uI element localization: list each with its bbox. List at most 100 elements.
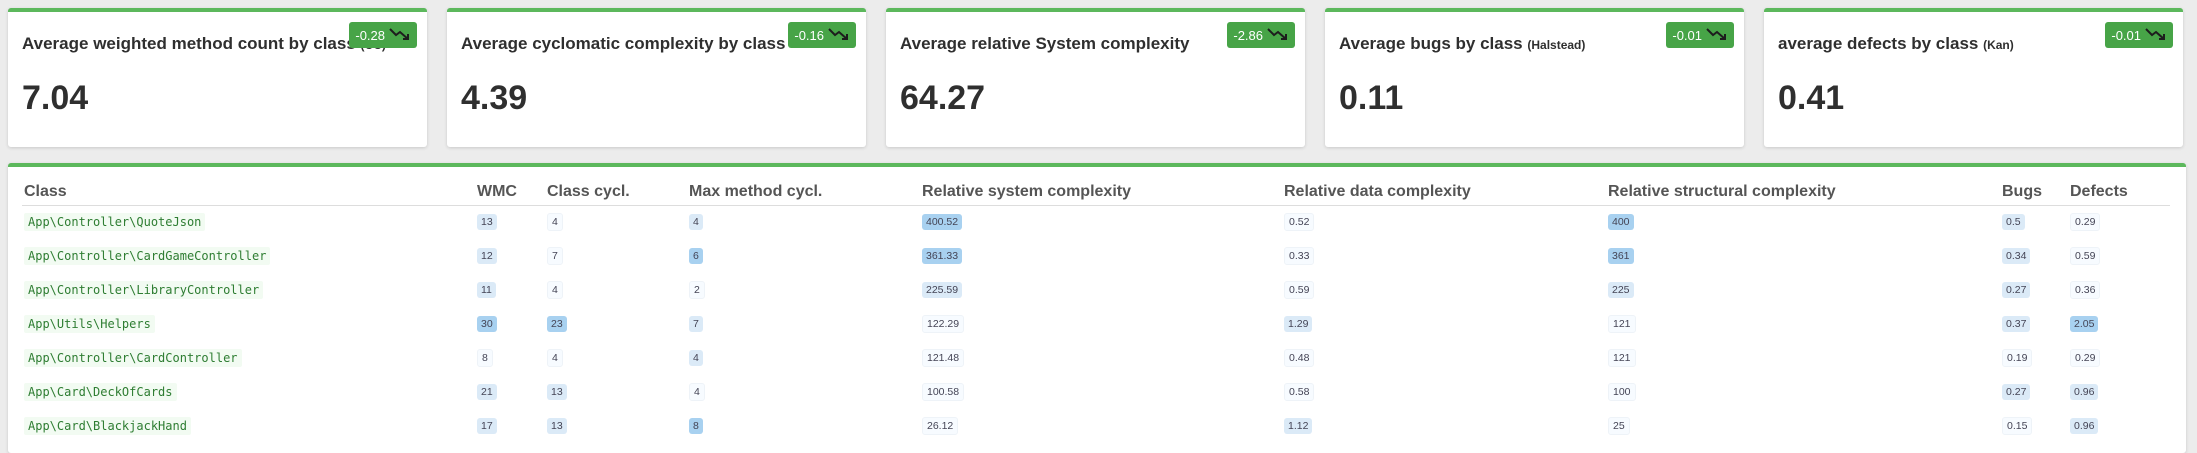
metric-cell: 100.58 — [920, 375, 1282, 409]
card-value: 64.27 — [900, 79, 986, 117]
metric-value: 4 — [689, 214, 703, 231]
metric-value: 361.33 — [922, 248, 963, 264]
metric-value: 4 — [547, 281, 563, 299]
metric-value: 1.12 — [1284, 418, 1313, 434]
delta-value: -0.01 — [1672, 27, 1702, 43]
metric-cell: 13 — [545, 409, 687, 443]
metric-cell: 13 — [545, 375, 687, 409]
trend-down-icon — [828, 26, 850, 45]
table-row[interactable]: App\Controller\QuoteJson 13 4 4 400.52 0.52 40… — [22, 205, 2170, 239]
metric-cards: Average weighted method count by class (… — [8, 8, 2183, 147]
card-value: 7.04 — [22, 79, 89, 117]
card-value: 4.39 — [461, 79, 528, 117]
metric-value: 7 — [689, 316, 703, 332]
metric-cell: 225 — [1606, 273, 2000, 307]
metric-value: 0.96 — [2070, 384, 2099, 400]
metric-cell: 1.29 — [1282, 307, 1606, 341]
class-name-cell: App\Controller\CardGameController — [22, 239, 475, 273]
metric-cell: 4 — [545, 341, 687, 375]
metric-value: 17 — [477, 418, 497, 434]
metric-cell: 0.27 — [2000, 375, 2068, 409]
metric-cell: 2.05 — [2068, 307, 2170, 341]
column-header[interactable]: Relative data complexity — [1282, 181, 1606, 206]
metric-cell: 225.59 — [920, 273, 1282, 307]
delta-value: -0.01 — [2111, 27, 2141, 43]
metric-value: 21 — [477, 384, 497, 400]
metric-cell: 8 — [687, 409, 920, 443]
card-title-text: Average cyclomatic complexity by class — [461, 34, 786, 53]
metric-cell: 361 — [1606, 239, 2000, 273]
metric-cell: 122.29 — [920, 307, 1282, 341]
metric-cell: 0.29 — [2068, 205, 2170, 239]
column-header[interactable]: Class cycl. — [545, 181, 687, 206]
delta-value: -0.28 — [355, 27, 385, 43]
metric-value: 0.96 — [2070, 418, 2099, 434]
metric-value: 0.19 — [2002, 349, 2033, 367]
metric-value: 26.12 — [922, 417, 959, 435]
delta-badge: -0.16 — [788, 22, 856, 48]
metric-value: 0.27 — [2002, 282, 2031, 298]
class-metrics-table: Class WMC Class cycl. Max method cycl. Relat… — [22, 181, 2170, 443]
metric-value: 8 — [689, 418, 703, 434]
metric-value: 13 — [477, 214, 497, 231]
class-name-cell: App\Card\BlackjackHand — [22, 409, 475, 443]
metric-cell: 0.59 — [2068, 239, 2170, 273]
metric-value: 100.58 — [922, 383, 965, 401]
column-header[interactable]: WMC — [475, 181, 545, 206]
metric-cell: 4 — [687, 341, 920, 375]
metric-value: 0.33 — [1284, 247, 1315, 265]
metric-value: 4 — [547, 349, 563, 367]
trend-down-icon — [1706, 26, 1728, 45]
class-name-cell: App\Controller\QuoteJson — [22, 205, 475, 239]
metric-cell: 0.5 — [2000, 205, 2068, 239]
metric-cell: 21 — [475, 375, 545, 409]
table-row[interactable]: App\Card\DeckOfCards 21 13 4 100.58 0.58 100 0.… — [22, 375, 2170, 409]
metric-cell: 0.96 — [2068, 409, 2170, 443]
table-row[interactable]: App\Controller\CardController 8 4 4 121.48 0.… — [22, 341, 2170, 375]
metric-value: 0.29 — [2070, 349, 2101, 367]
metric-value: 8 — [477, 349, 493, 367]
column-header[interactable]: Class — [22, 181, 475, 206]
table-row[interactable]: App\Utils\Helpers 30 23 7 122.29 1.29 121 0.37 2… — [22, 307, 2170, 341]
metric-value: 0.34 — [2002, 248, 2031, 264]
column-header[interactable]: Max method cycl. — [687, 181, 920, 206]
column-header[interactable]: Relative system complexity — [920, 181, 1282, 206]
metric-cell: 121.48 — [920, 341, 1282, 375]
metric-card: Average cyclomatic complexity by class 4… — [447, 8, 866, 147]
class-name: App\Card\BlackjackHand — [24, 417, 191, 435]
column-header[interactable]: Bugs — [2000, 181, 2068, 206]
class-metrics-panel: Class WMC Class cycl. Max method cycl. Relat… — [8, 163, 2186, 453]
table-row[interactable]: App\Controller\LibraryController 11 4 2 225.… — [22, 273, 2170, 307]
column-header[interactable]: Relative structural complexity — [1606, 181, 2000, 206]
metric-card: Average bugs by class (Halstead) 0.11 -0… — [1325, 8, 1744, 147]
metric-cell: 4 — [545, 205, 687, 239]
table-row[interactable]: App\Card\BlackjackHand 17 13 8 26.12 1.12 25 0.… — [22, 409, 2170, 443]
table-row[interactable]: App\Controller\CardGameController 12 7 6 361… — [22, 239, 2170, 273]
metric-cell: 4 — [687, 205, 920, 239]
metric-cell: 0.19 — [2000, 341, 2068, 375]
metric-value: 2 — [689, 281, 705, 299]
class-name: App\Controller\LibraryController — [24, 281, 264, 299]
metric-value: 25 — [1608, 417, 1630, 435]
metric-cell: 13 — [475, 205, 545, 239]
delta-value: -2.86 — [1233, 27, 1263, 43]
metric-cell: 121 — [1606, 341, 2000, 375]
column-header[interactable]: Defects — [2068, 181, 2170, 206]
metric-cell: 8 — [475, 341, 545, 375]
metric-value: 12 — [477, 248, 497, 264]
metric-value: 30 — [477, 316, 497, 332]
metric-value: 13 — [547, 384, 567, 400]
metric-value: 0.15 — [2002, 417, 2033, 435]
metric-cell: 361.33 — [920, 239, 1282, 273]
metric-value: 122.29 — [922, 315, 965, 333]
metric-cell: 1.12 — [1282, 409, 1606, 443]
metric-value: 4 — [547, 213, 563, 232]
metric-value: 6 — [689, 248, 703, 264]
metric-value: 100 — [1608, 383, 1636, 401]
metric-cell: 17 — [475, 409, 545, 443]
delta-badge: -2.86 — [1227, 22, 1295, 48]
metric-value: 0.59 — [2070, 247, 2101, 265]
metric-cell: 25 — [1606, 409, 2000, 443]
metric-value: 400.52 — [922, 214, 963, 231]
metric-value: 0.52 — [1284, 213, 1315, 232]
